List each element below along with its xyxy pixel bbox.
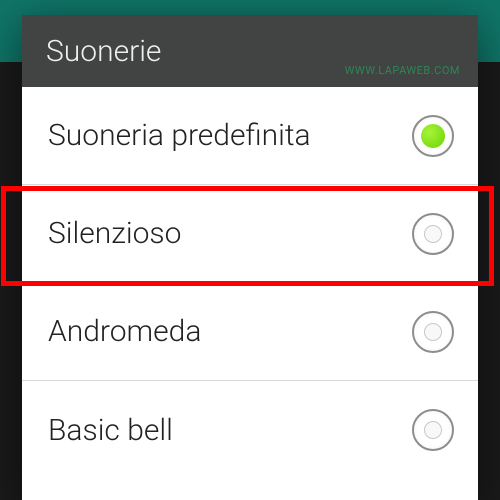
ringtone-label: Suoneria predefinita — [48, 118, 311, 153]
ringtone-label: Andromeda — [48, 314, 201, 349]
ringtone-label: Silenzioso — [48, 216, 181, 251]
ringtone-label: Basic bell — [48, 413, 173, 448]
dialog-title-bar: Suonerie WWW.LAPAWEB.COM — [22, 15, 478, 87]
radio-icon[interactable] — [412, 409, 454, 451]
ringtone-dialog: Suonerie WWW.LAPAWEB.COM Suoneria predef… — [22, 15, 478, 500]
list-item[interactable]: Silenzioso — [22, 185, 478, 283]
dialog-title: Suonerie — [46, 34, 161, 69]
list-item[interactable]: Basic bell — [22, 381, 478, 479]
radio-icon[interactable] — [412, 311, 454, 353]
radio-icon[interactable] — [412, 213, 454, 255]
radio-icon[interactable] — [412, 115, 454, 157]
list-item[interactable]: Andromeda — [22, 283, 478, 381]
watermark-text: WWW.LAPAWEB.COM — [345, 64, 460, 77]
ringtone-list: Suoneria predefinita Silenzioso Andromed… — [22, 87, 478, 479]
list-item[interactable]: Suoneria predefinita — [22, 87, 478, 185]
